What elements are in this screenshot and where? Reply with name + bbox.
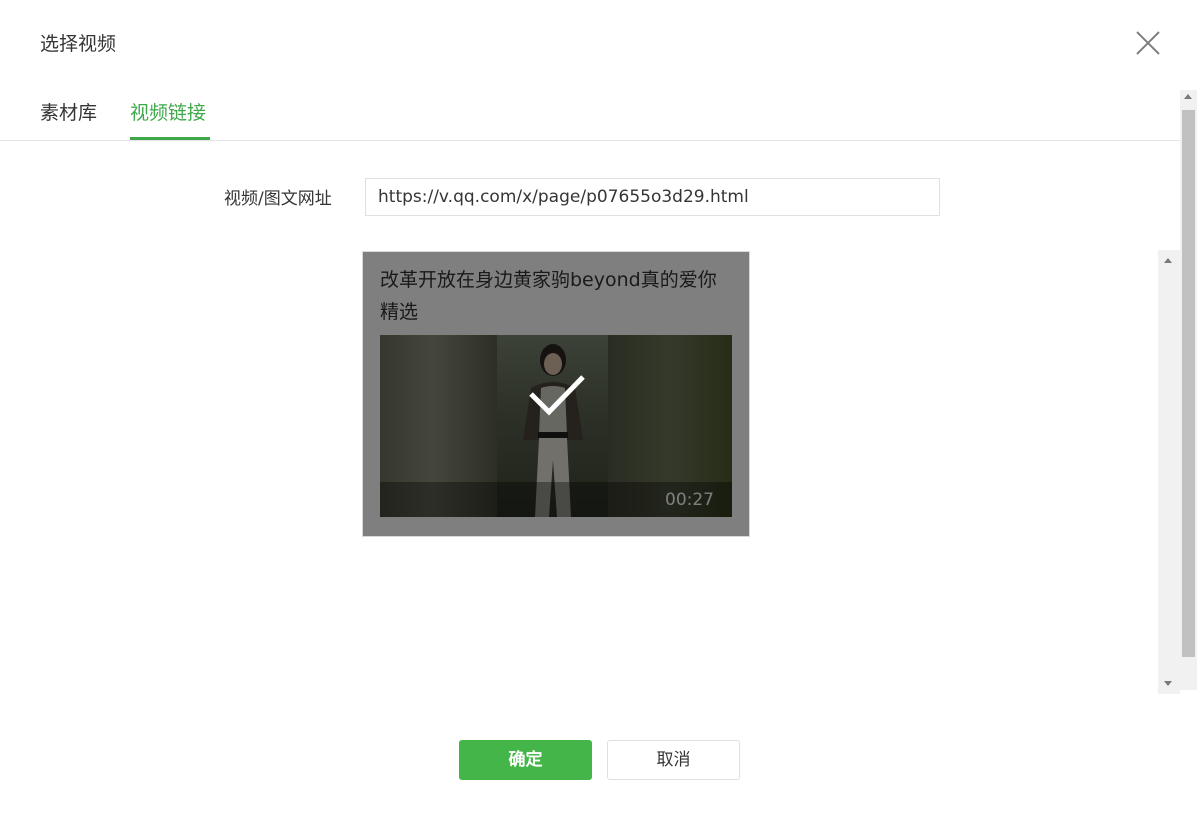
close-button[interactable]: [1134, 29, 1162, 57]
url-input[interactable]: [365, 178, 940, 216]
scrollbar-thumb[interactable]: [1182, 110, 1195, 657]
tab-material-library[interactable]: 素材库: [40, 100, 97, 126]
select-video-dialog: 选择视频 素材库 视频链接 视频/图文网址 改革开放在身边黄家驹beyond真的…: [0, 0, 1197, 817]
scroll-up-arrow-icon[interactable]: [1184, 94, 1192, 99]
tab-video-link[interactable]: 视频链接: [130, 100, 206, 126]
active-tab-indicator: [130, 137, 210, 140]
close-icon: [1136, 31, 1160, 55]
dialog-title: 选择视频: [40, 33, 117, 55]
cancel-button[interactable]: 取消: [607, 740, 740, 780]
video-card[interactable]: 改革开放在身边黄家驹beyond真的爱你精选 00:27: [362, 251, 750, 537]
video-list-scrollbar[interactable]: [1158, 250, 1180, 694]
scroll-up-arrow-icon[interactable]: [1164, 258, 1172, 263]
confirm-button[interactable]: 确定: [459, 740, 592, 780]
scroll-down-arrow-icon[interactable]: [1164, 681, 1172, 686]
tab-bar: 素材库 视频链接: [0, 90, 1180, 141]
dialog-scrollbar[interactable]: [1180, 90, 1197, 690]
check-icon: [529, 375, 585, 416]
selected-overlay: [363, 252, 749, 536]
url-field-label: 视频/图文网址: [224, 189, 332, 209]
